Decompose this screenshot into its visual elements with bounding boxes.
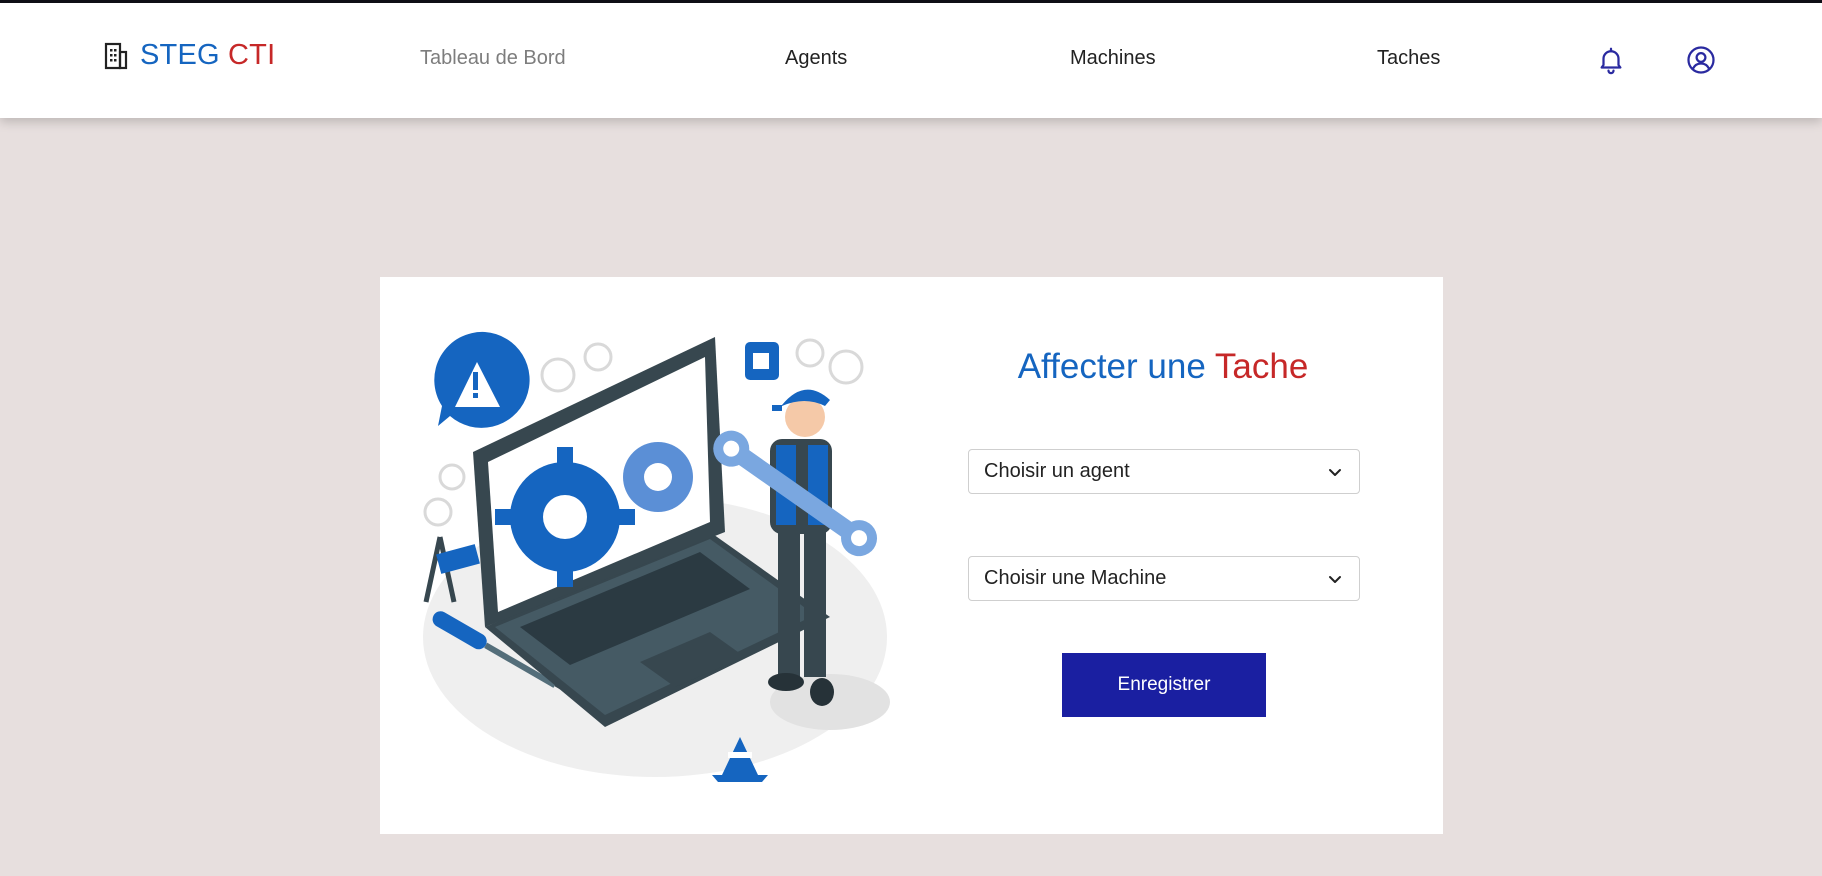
brand-steg: STEG xyxy=(140,39,220,71)
nav-link-taches[interactable]: Taches xyxy=(1377,47,1440,70)
assign-task-card: Affecter une Tache Choisir un agent Choi… xyxy=(380,277,1443,834)
nav-link-machines[interactable]: Machines xyxy=(1070,47,1156,70)
brand-logo[interactable]: STEG CTI xyxy=(104,39,275,72)
nav-link-tableau-de-bord[interactable]: Tableau de Bord xyxy=(420,47,566,70)
form-title-part2: Tache xyxy=(1214,347,1309,386)
nav-link-agents[interactable]: Agents xyxy=(785,47,847,70)
user-circle-icon[interactable] xyxy=(1686,45,1716,75)
form-title: Affecter une Tache xyxy=(966,347,1360,387)
brand-cti: CTI xyxy=(228,39,276,71)
agent-select[interactable]: Choisir un agent xyxy=(968,449,1360,494)
bell-icon[interactable] xyxy=(1596,45,1626,75)
form-title-part1: Affecter une xyxy=(1017,347,1206,386)
chevron-down-icon xyxy=(1329,576,1341,583)
save-button[interactable]: Enregistrer xyxy=(1062,653,1266,717)
agent-select-value: Choisir un agent xyxy=(984,460,1130,482)
technician-illustration xyxy=(423,331,890,782)
machine-select[interactable]: Choisir une Machine xyxy=(968,556,1360,601)
machine-select-value: Choisir une Machine xyxy=(984,567,1167,589)
chevron-down-icon xyxy=(1329,469,1341,476)
brand-name: STEG CTI xyxy=(140,39,275,72)
building-icon xyxy=(104,42,128,69)
navbar: STEG CTI Tableau de Bord Agents Machines… xyxy=(0,3,1822,118)
